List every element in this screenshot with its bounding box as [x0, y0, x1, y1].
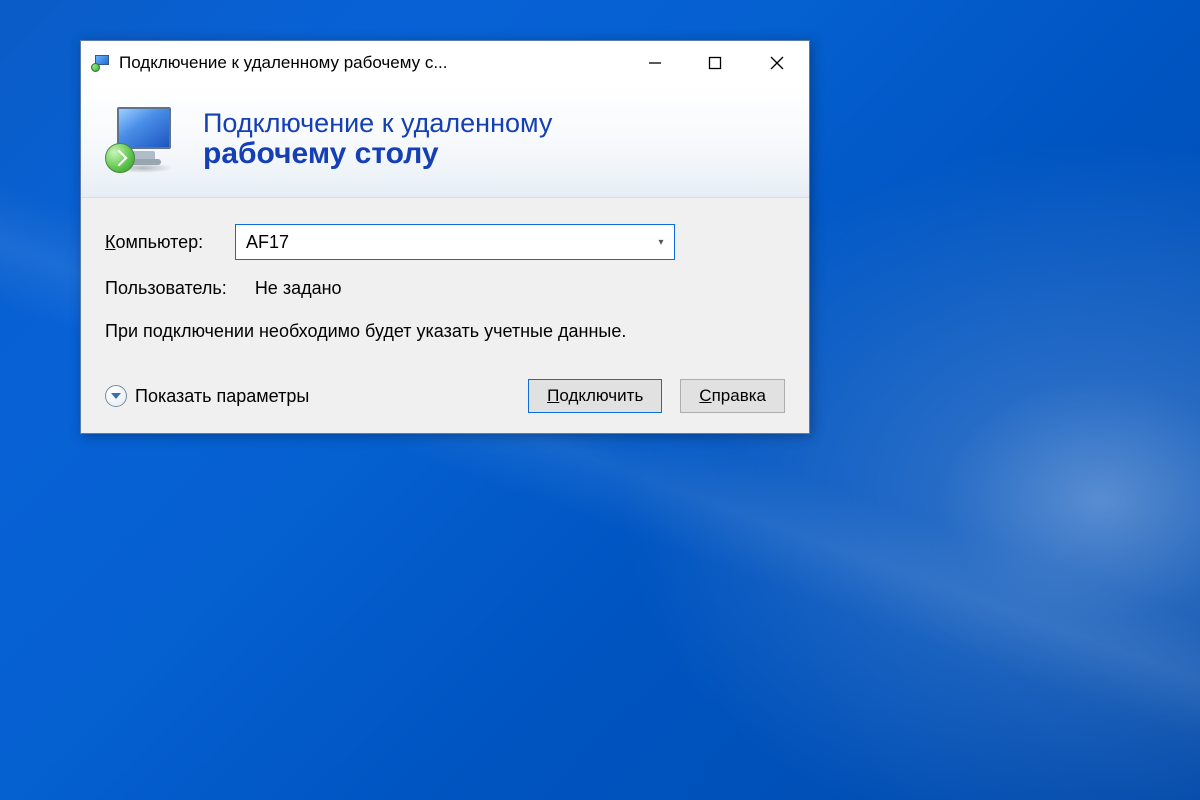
expand-icon[interactable] — [105, 385, 127, 407]
help-button[interactable]: Справка — [680, 379, 785, 413]
remote-desktop-icon — [103, 99, 183, 179]
banner-title: Подключение к удаленному рабочему столу — [203, 108, 552, 171]
maximize-button[interactable] — [685, 41, 745, 85]
window-title: Подключение к удаленному рабочему с... — [119, 53, 625, 73]
footer-row: Показать параметры Подключить Справка — [105, 379, 785, 413]
connect-button[interactable]: Подключить — [528, 379, 662, 413]
computer-combobox[interactable]: ▾ — [235, 224, 675, 260]
chevron-down-icon[interactable]: ▾ — [648, 237, 674, 248]
user-label: Пользователь: — [105, 278, 227, 299]
banner-line2: рабочему столу — [203, 137, 552, 171]
rdp-dialog: Подключение к удаленному рабочему с... П… — [80, 40, 810, 434]
banner-line1: Подключение к удаленному — [203, 108, 552, 139]
computer-input[interactable] — [246, 232, 648, 253]
user-value: Не задано — [255, 278, 342, 299]
header-banner: Подключение к удаленному рабочему столу — [81, 85, 809, 198]
credentials-info: При подключении необходимо будет указать… — [105, 319, 665, 343]
show-options-link[interactable]: Показать параметры — [135, 386, 510, 407]
rdp-app-icon — [91, 54, 113, 72]
minimize-button[interactable] — [625, 41, 685, 85]
dialog-content: Компьютер: ▾ Пользователь: Не задано При… — [81, 198, 809, 433]
computer-row: Компьютер: ▾ — [105, 224, 785, 260]
user-row: Пользователь: Не задано — [105, 278, 785, 299]
close-button[interactable] — [745, 41, 809, 85]
titlebar[interactable]: Подключение к удаленному рабочему с... — [81, 41, 809, 85]
computer-label: Компьютер: — [105, 232, 225, 253]
window-controls — [625, 41, 809, 85]
